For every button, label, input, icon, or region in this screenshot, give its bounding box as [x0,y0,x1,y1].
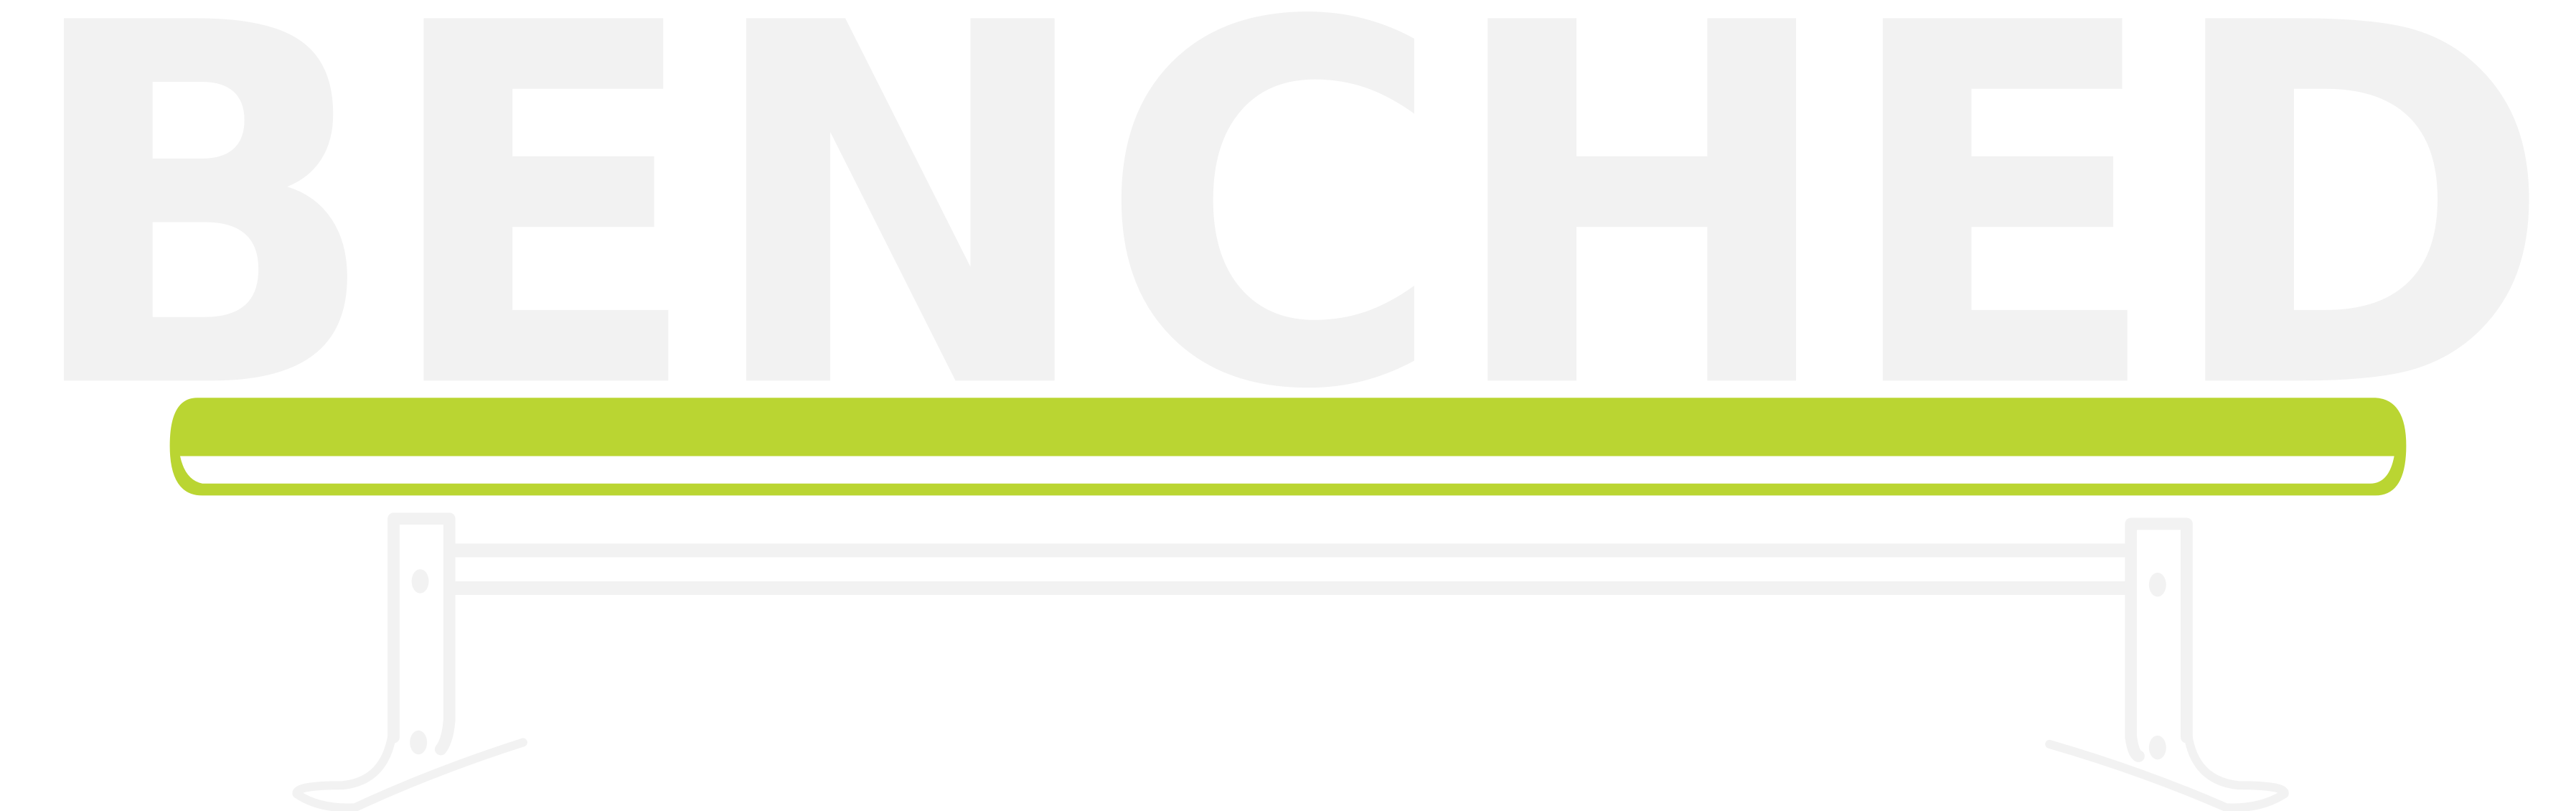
bench-leg-right [2045,517,2289,811]
benched-logo: BENCHED [21,0,2554,811]
bench-leg-left [292,512,527,811]
bench-rail-top [454,543,2125,558]
bench-rail-bottom [454,581,2125,595]
logo: BENCHED [0,0,2576,811]
